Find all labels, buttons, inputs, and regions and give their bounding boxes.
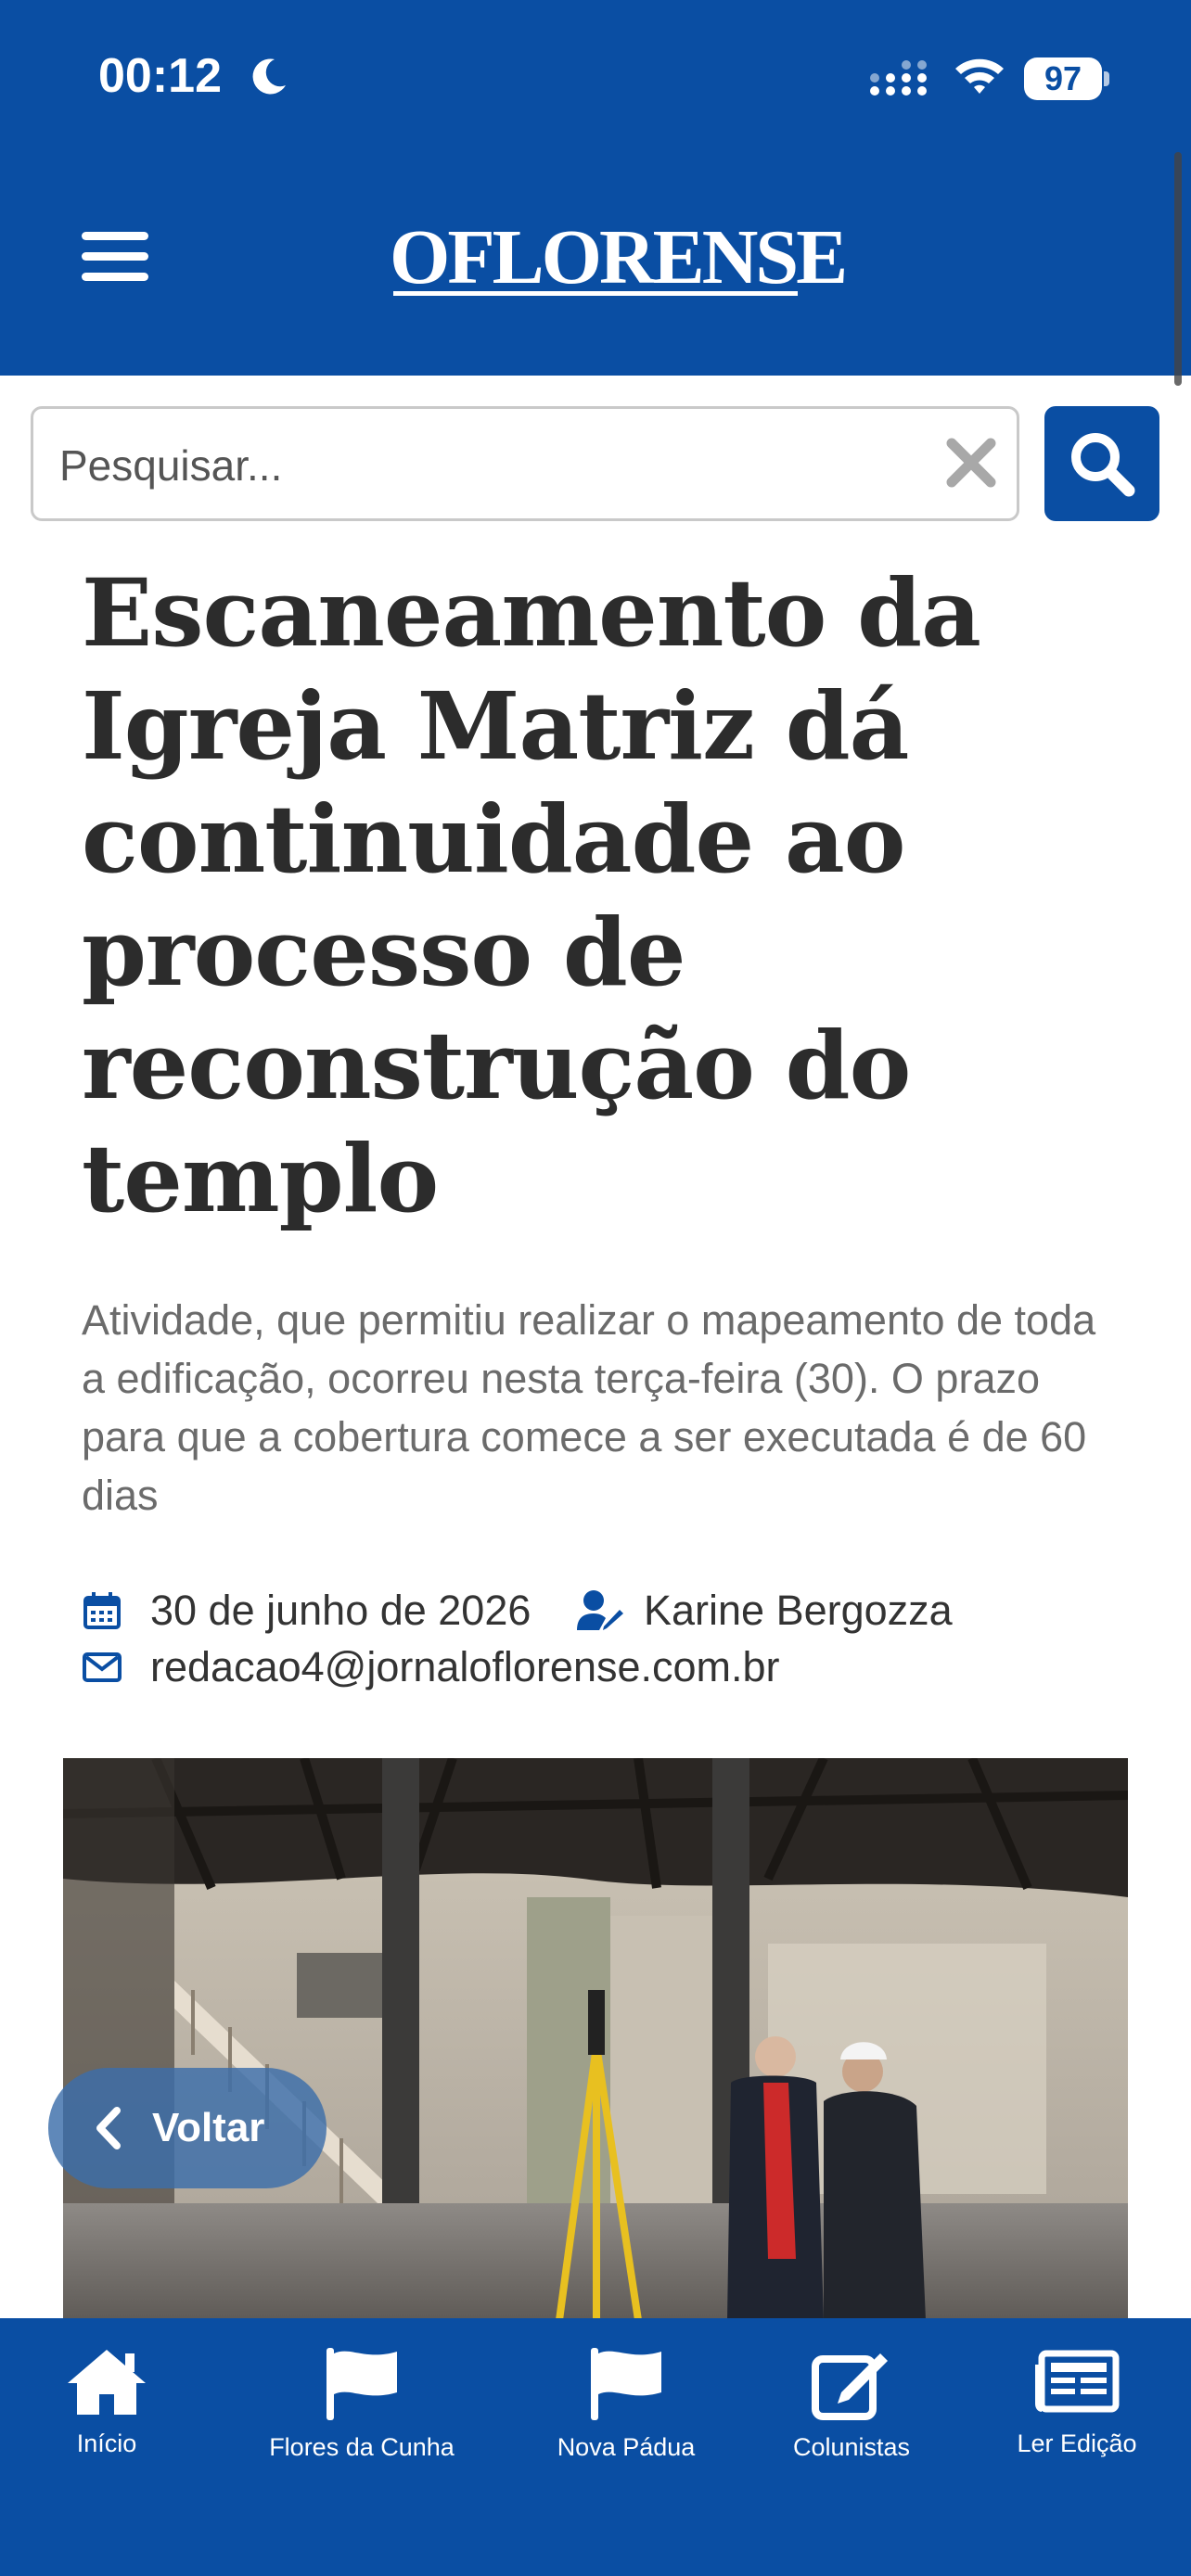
article-email[interactable]: redacao4@jornaloflorense.com.br (150, 1643, 780, 1691)
article-headline: Escaneamento da Igreja Matriz dá continu… (82, 558, 981, 1233)
tab-flores-da-cunha[interactable]: Flores da Cunha (260, 2346, 464, 2485)
tab-inicio[interactable]: Início (37, 2346, 176, 2485)
search-icon (1071, 433, 1135, 497)
edit-icon (812, 2353, 888, 2420)
search-input[interactable] (59, 433, 931, 498)
tab-label: Ler Edição (1017, 2429, 1137, 2457)
tab-nova-padua[interactable]: Nova Pádua (538, 2346, 714, 2485)
home-icon (68, 2350, 146, 2415)
envelope-icon (83, 1652, 122, 1682)
chevron-left-icon (96, 2107, 121, 2149)
moon-icon (252, 58, 286, 95)
article-date-row: 30 de junho de 2026 (82, 1583, 531, 1639)
logo-underline (393, 291, 798, 296)
back-button-label: Voltar (152, 2105, 265, 2150)
wifi-icon (955, 58, 1004, 94)
scrollbar[interactable] (1174, 152, 1182, 386)
tab-label: Início (76, 2429, 137, 2457)
cellular-signal-icon (870, 60, 927, 96)
battery-indicator: 97 (1024, 57, 1109, 100)
flag-icon (591, 2348, 661, 2420)
tab-label: Nova Pádua (557, 2433, 696, 2461)
flag-icon (327, 2348, 397, 2420)
newspaper-icon (1035, 2350, 1120, 2413)
article-date: 30 de junho de 2026 (150, 1587, 531, 1634)
article-author[interactable]: Karine Bergozza (644, 1583, 953, 1639)
user-edit-icon (577, 1590, 623, 1630)
battery-level: 97 (1024, 57, 1102, 100)
church-interior-image (63, 1758, 1128, 2320)
tab-ler-edicao[interactable]: Ler Edição (1007, 2346, 1146, 2485)
article-email-row: redacao4@jornaloflorense.com.br (82, 1639, 780, 1695)
status-time: 00:12 (98, 49, 222, 103)
back-button[interactable]: Voltar (48, 2068, 327, 2188)
tab-colunistas[interactable]: Colunistas (779, 2346, 924, 2485)
calendar-icon (83, 1592, 121, 1629)
article-subtitle: Atividade, que permitiu realizar o mapea… (82, 1296, 1096, 1519)
search-box (31, 406, 1019, 521)
site-logo[interactable]: OFLORENSE (390, 213, 848, 302)
tab-label: Flores da Cunha (269, 2433, 455, 2461)
menu-button[interactable] (82, 232, 152, 287)
tab-label: Colunistas (792, 2433, 911, 2461)
article-photo (63, 1758, 1128, 2320)
clear-search-icon[interactable] (942, 434, 1000, 491)
search-button[interactable] (1044, 406, 1159, 521)
